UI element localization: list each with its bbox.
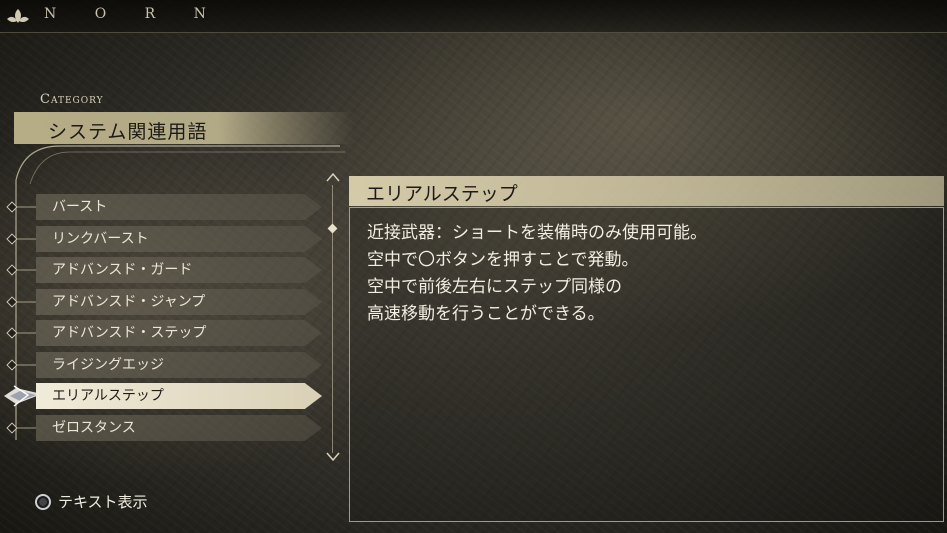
list-item[interactable]: ライジングエッジ <box>36 352 322 378</box>
list-item[interactable]: アドバンスド・ガード <box>36 257 322 283</box>
list-item[interactable]: リンクバースト <box>36 226 322 252</box>
list-item[interactable]: バースト <box>36 194 322 220</box>
detail-text-line: 空中で〇ボタンを押すことで発動。 <box>367 250 639 270</box>
detail-title: エリアルステップ <box>366 183 518 205</box>
top-bar: N O R N <box>0 0 947 33</box>
list-item[interactable]: アドバンスド・ステップ <box>36 320 322 346</box>
detail-text-line: 近接武器：ショートを装備時のみ使用可能。 <box>367 223 707 243</box>
detail-text-line: 空中で前後左右にステップ同様の <box>367 277 622 297</box>
arrow-down-icon[interactable] <box>326 452 340 462</box>
arrow-up-icon[interactable] <box>326 172 340 182</box>
list-item[interactable]: ゼロスタンス <box>36 415 322 441</box>
text-display-hint[interactable]: テキスト表示 <box>58 491 148 512</box>
norn-leaf-icon <box>7 9 29 23</box>
list-item-selected[interactable]: エリアルステップ <box>36 383 322 409</box>
game-screen: N O R N Category システム関連用語 バースト リンクバースト ア… <box>0 0 947 533</box>
list-item[interactable]: アドバンスド・ジャンプ <box>36 289 322 315</box>
circle-button-icon <box>35 494 51 510</box>
brand-title: N O R N <box>44 6 223 22</box>
category-label: Category <box>40 92 104 107</box>
detail-text-line: 高速移動を行うことができる。 <box>367 304 605 324</box>
